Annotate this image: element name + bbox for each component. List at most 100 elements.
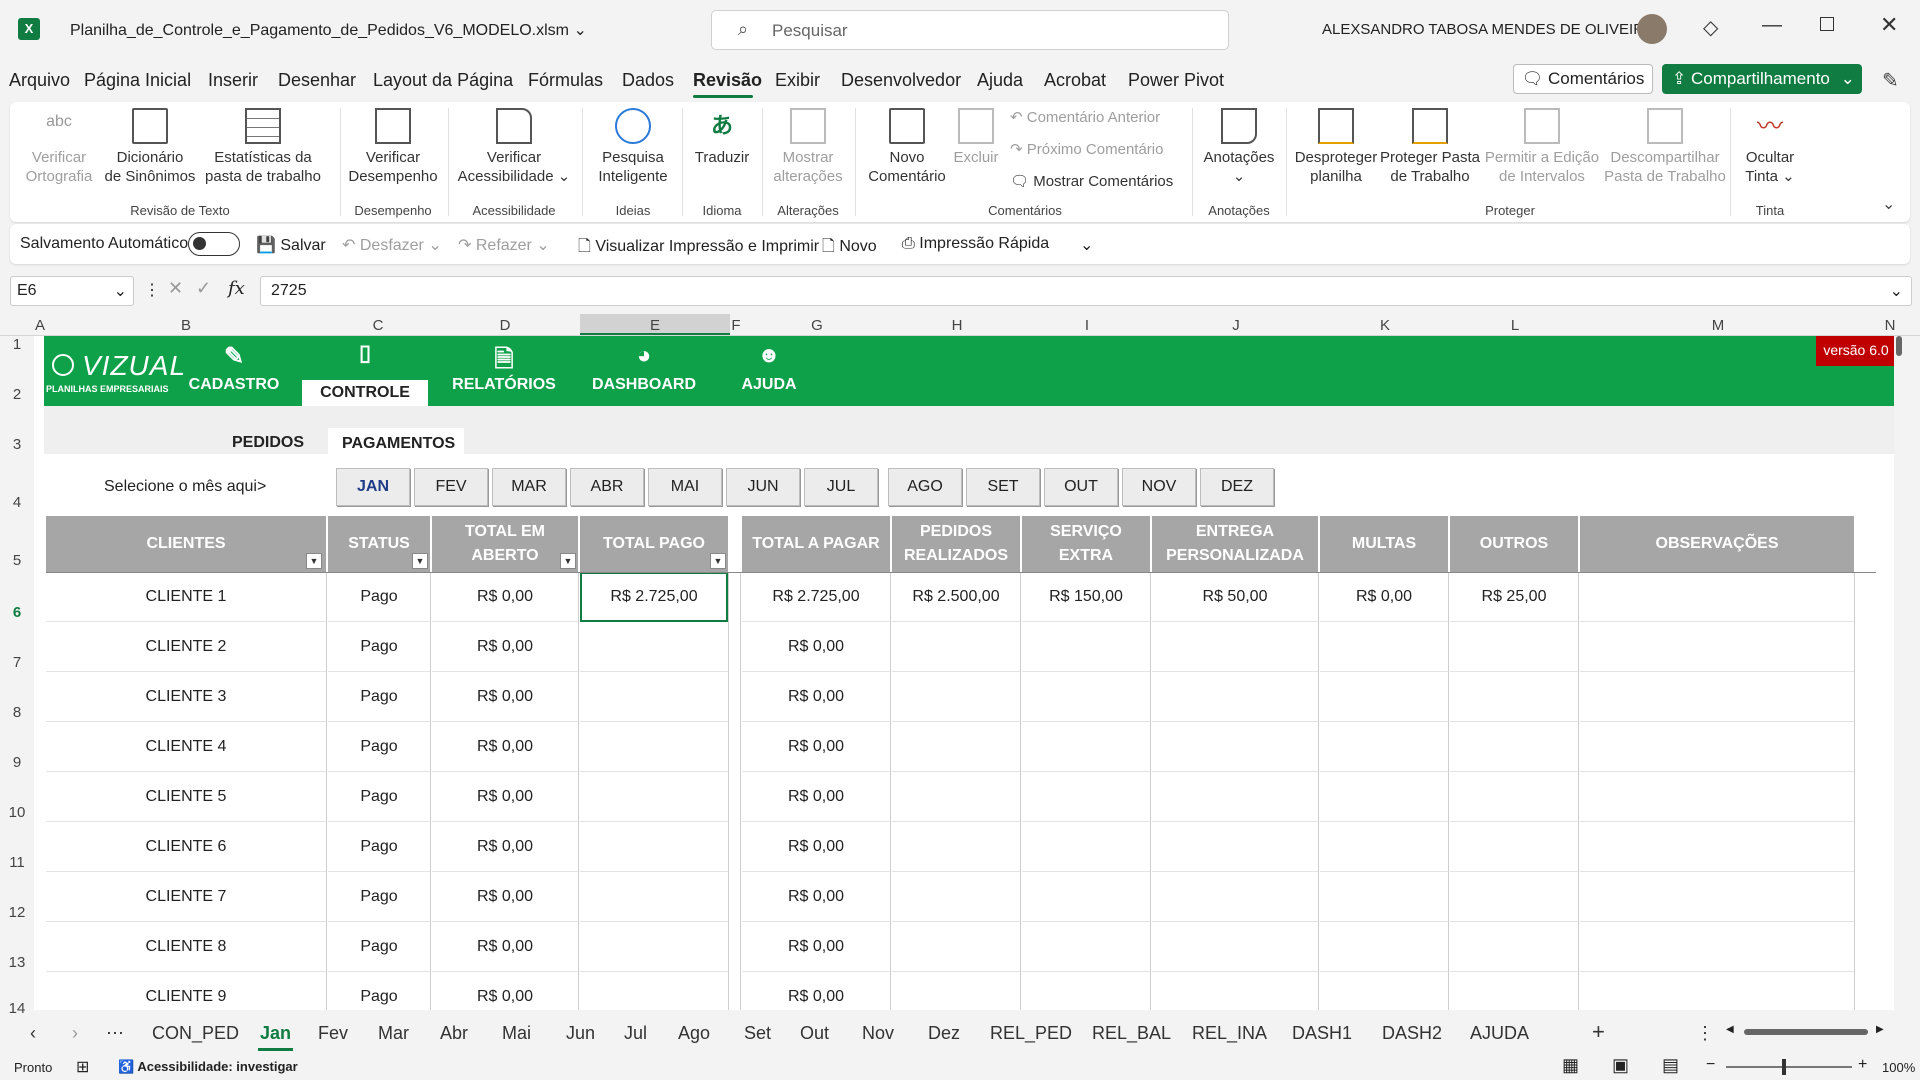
cell-custom-delivery[interactable]: [1152, 722, 1318, 772]
cell-total-to-pay[interactable]: R$ 0,00: [742, 922, 890, 972]
cell-total-paid[interactable]: [580, 672, 728, 722]
cell-extra-service[interactable]: [1022, 722, 1150, 772]
filter-dropdown-icon[interactable]: ▼: [560, 553, 576, 569]
redo-button[interactable]: ↷ Refazer ⌄: [458, 235, 550, 255]
zoom-level[interactable]: 100%: [1882, 1060, 1915, 1075]
cell-total-paid[interactable]: [580, 622, 728, 672]
cell-total-paid[interactable]: [580, 822, 728, 872]
workbook-stats-button[interactable]: Estatísticas da pasta de trabalho: [200, 108, 326, 186]
show-changes-button[interactable]: Mostrar alterações: [768, 108, 848, 186]
month-dez[interactable]: DEZ: [1200, 468, 1274, 506]
cell-notes[interactable]: [1580, 772, 1854, 822]
subtab-pagamentos[interactable]: PAGAMENTOS: [342, 435, 455, 453]
cell-others[interactable]: [1450, 622, 1578, 672]
filter-dropdown-icon[interactable]: ▼: [412, 553, 428, 569]
sheet-tab-fev[interactable]: Fev: [318, 1023, 348, 1044]
sheet-tab-dash1[interactable]: DASH1: [1292, 1023, 1352, 1044]
row-header[interactable]: 6: [0, 604, 34, 621]
add-sheet-icon[interactable]: +: [1592, 1019, 1605, 1045]
cell-notes[interactable]: [1580, 972, 1854, 1010]
tab-desenvolvedor[interactable]: Desenvolvedor: [841, 70, 961, 91]
cell-total-open[interactable]: R$ 0,00: [432, 622, 578, 672]
column-header-n[interactable]: N: [1880, 317, 1900, 334]
tab-acrobat[interactable]: Acrobat: [1044, 70, 1106, 91]
nav-relatorios[interactable]: 🗎 RELATÓRIOS: [434, 342, 574, 394]
row-header[interactable]: 7: [0, 654, 34, 671]
undo-button[interactable]: ↶ Desfazer ⌄: [342, 235, 442, 255]
nav-cadastro[interactable]: ✎ CADASTRO: [174, 342, 294, 394]
sheet-tab-abr[interactable]: Abr: [440, 1023, 468, 1044]
cell-fines[interactable]: R$ 0,00: [1320, 572, 1448, 622]
cell-total-open[interactable]: R$ 0,00: [432, 972, 578, 1010]
cell-client[interactable]: CLIENTE 4: [46, 722, 326, 772]
cell-others[interactable]: [1450, 672, 1578, 722]
row-header[interactable]: 4: [0, 494, 34, 511]
cell-total-to-pay[interactable]: R$ 0,00: [742, 622, 890, 672]
cell-orders[interactable]: [892, 872, 1020, 922]
cell-orders[interactable]: [892, 922, 1020, 972]
cell-others[interactable]: [1450, 922, 1578, 972]
unprotect-sheet-button[interactable]: Desproteger planilha: [1290, 108, 1382, 186]
row-header[interactable]: 10: [0, 804, 34, 821]
quick-print-button[interactable]: ⎙ Impressão Rápida: [902, 235, 1049, 253]
restore-button[interactable]: [1820, 17, 1834, 31]
expand-formula-chevron-icon[interactable]: ⌄: [1890, 281, 1903, 301]
customize-qat-icon[interactable]: ⌄: [1080, 235, 1093, 255]
cell-status[interactable]: Pago: [328, 872, 430, 922]
row-header[interactable]: 8: [0, 704, 34, 721]
month-mar[interactable]: MAR: [492, 468, 566, 506]
function-icon[interactable]: fx: [228, 278, 245, 299]
sheet-tab-mai[interactable]: Mai: [502, 1023, 531, 1044]
formula-input[interactable]: 2725 ⌄: [260, 276, 1912, 306]
column-header-k[interactable]: K: [1320, 317, 1450, 334]
page-layout-view-icon[interactable]: ▣: [1612, 1055, 1629, 1076]
cell-orders[interactable]: [892, 722, 1020, 772]
cell-custom-delivery[interactable]: [1152, 822, 1318, 872]
tab-arquivo[interactable]: Arquivo: [9, 70, 70, 91]
cell-total-to-pay[interactable]: R$ 0,00: [742, 672, 890, 722]
cell-total-to-pay[interactable]: R$ 2.725,00: [742, 572, 890, 622]
tab-exibir[interactable]: Exibir: [775, 70, 820, 91]
allow-edit-ranges-button[interactable]: Permitir a Edição de Intervalos: [1482, 108, 1602, 186]
sheet-tab-dez[interactable]: Dez: [928, 1023, 960, 1044]
sheet-tab-jul[interactable]: Jul: [624, 1023, 647, 1044]
cell-fines[interactable]: [1320, 972, 1448, 1010]
cell-total-open[interactable]: R$ 0,00: [432, 772, 578, 822]
more-options-icon[interactable]: ⋮: [1696, 1023, 1714, 1044]
column-header-b[interactable]: B: [46, 317, 326, 334]
cell-others[interactable]: [1450, 822, 1578, 872]
cell-status[interactable]: Pago: [328, 772, 430, 822]
cell-total-open[interactable]: R$ 0,00: [432, 822, 578, 872]
cell-extra-service[interactable]: [1022, 772, 1150, 822]
column-header-a[interactable]: A: [34, 317, 46, 334]
row-header[interactable]: 1: [0, 336, 34, 353]
next-comment-button[interactable]: ↷ Próximo Comentário: [1010, 140, 1163, 159]
tab-dados[interactable]: Dados: [622, 70, 674, 91]
enter-icon[interactable]: ✓: [196, 278, 211, 299]
protect-workbook-button[interactable]: Proteger Pasta de Trabalho: [1378, 108, 1482, 186]
translate-button[interactable]: あ Traduzir: [688, 108, 756, 167]
zoom-out-icon[interactable]: −: [1706, 1056, 1715, 1074]
delete-comment-button[interactable]: Excluir: [946, 108, 1006, 167]
save-button[interactable]: 💾 Salvar: [256, 235, 326, 255]
avatar[interactable]: [1637, 14, 1667, 44]
cell-custom-delivery[interactable]: [1152, 622, 1318, 672]
cell-total-paid[interactable]: [580, 922, 728, 972]
cell-fines[interactable]: [1320, 922, 1448, 972]
cell-fines[interactable]: [1320, 872, 1448, 922]
cell-custom-delivery[interactable]: R$ 50,00: [1152, 572, 1318, 622]
month-abr[interactable]: ABR: [570, 468, 644, 506]
cell-client[interactable]: CLIENTE 5: [46, 772, 326, 822]
minimize-button[interactable]: —: [1762, 14, 1782, 37]
cell-total-open[interactable]: R$ 0,00: [432, 672, 578, 722]
cell-total-paid[interactable]: [580, 872, 728, 922]
column-header-l[interactable]: L: [1450, 317, 1580, 334]
vertical-scrollbar[interactable]: [1894, 336, 1904, 1010]
column-header-m[interactable]: M: [1580, 317, 1856, 334]
accessibility-status[interactable]: ♿ Acessibilidade: investigar: [118, 1059, 298, 1075]
sheet-tab-mar[interactable]: Mar: [378, 1023, 409, 1044]
comments-button[interactable]: 🗨 Comentários: [1513, 64, 1653, 94]
scroll-right-arrow-icon[interactable]: ▶: [1876, 1024, 1884, 1035]
month-out[interactable]: OUT: [1044, 468, 1118, 506]
month-jun[interactable]: JUN: [726, 468, 800, 506]
